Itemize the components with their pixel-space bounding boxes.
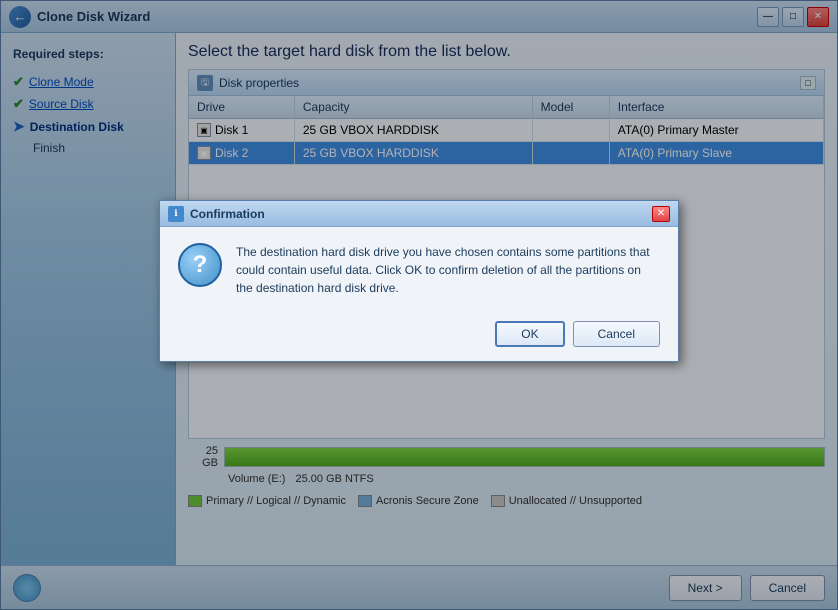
modal-body: ? The destination hard disk drive you ha…: [160, 227, 678, 313]
question-icon: ?: [178, 243, 222, 287]
modal-message: The destination hard disk drive you have…: [236, 243, 660, 297]
modal-ok-button[interactable]: OK: [495, 321, 564, 347]
modal-title-icon: ℹ: [168, 206, 184, 222]
modal-title: Confirmation: [190, 207, 652, 221]
modal-icon-area: ?: [178, 243, 222, 287]
confirmation-modal: ℹ Confirmation ✕ ? The destination hard …: [159, 200, 679, 362]
modal-cancel-button[interactable]: Cancel: [573, 321, 660, 347]
modal-footer: OK Cancel: [160, 313, 678, 361]
modal-close-button[interactable]: ✕: [652, 206, 670, 222]
modal-overlay: ℹ Confirmation ✕ ? The destination hard …: [0, 0, 838, 610]
modal-title-bar: ℹ Confirmation ✕: [160, 201, 678, 227]
